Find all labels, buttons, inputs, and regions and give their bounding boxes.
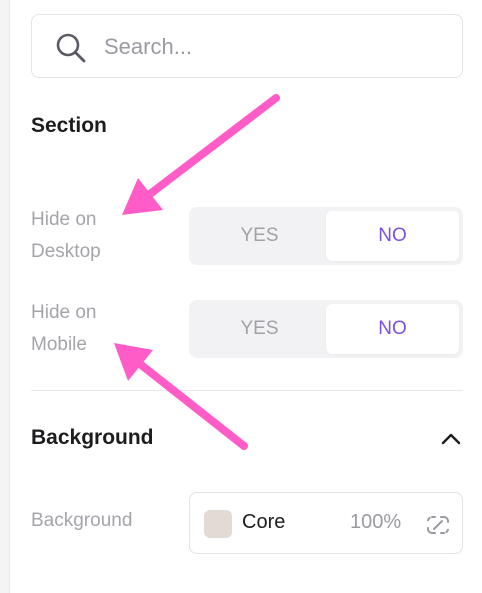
hide-on-mobile-label-line1: Hide on (31, 302, 97, 323)
annotation-arrow-desktop (122, 94, 280, 215)
section-title: Section (31, 114, 107, 137)
search-input[interactable] (104, 27, 444, 67)
unlink-icon[interactable] (426, 513, 450, 537)
hide-on-mobile-no-option[interactable]: NO (326, 304, 459, 354)
hide-on-desktop-label-line2: Desktop (31, 241, 101, 262)
hide-on-desktop-toggle[interactable]: YES NO (189, 207, 463, 265)
section-divider (31, 390, 463, 391)
color-name: Core (242, 511, 286, 533)
hide-on-mobile-label-line2: Mobile (31, 334, 87, 355)
panel-left-edge (0, 0, 10, 593)
background-color-field[interactable]: Core 100% (189, 492, 463, 554)
color-opacity: 100% (350, 511, 402, 533)
background-section-title: Background (31, 426, 154, 449)
hide-on-mobile-label: Hide on Mobile (31, 297, 161, 361)
color-swatch[interactable] (204, 510, 232, 538)
hide-on-desktop-label: Hide on Desktop (31, 204, 161, 268)
search-icon (56, 33, 86, 63)
background-field-label: Background (31, 510, 133, 531)
hide-on-desktop-yes-option[interactable]: YES (193, 211, 326, 261)
hide-on-desktop-no-option[interactable]: NO (326, 211, 459, 261)
hide-on-mobile-yes-option[interactable]: YES (193, 304, 326, 354)
hide-on-desktop-label-line1: Hide on (31, 209, 97, 230)
hide-on-mobile-toggle[interactable]: YES NO (189, 300, 463, 358)
search-box[interactable] (31, 14, 463, 78)
chevron-up-icon[interactable] (438, 426, 464, 452)
